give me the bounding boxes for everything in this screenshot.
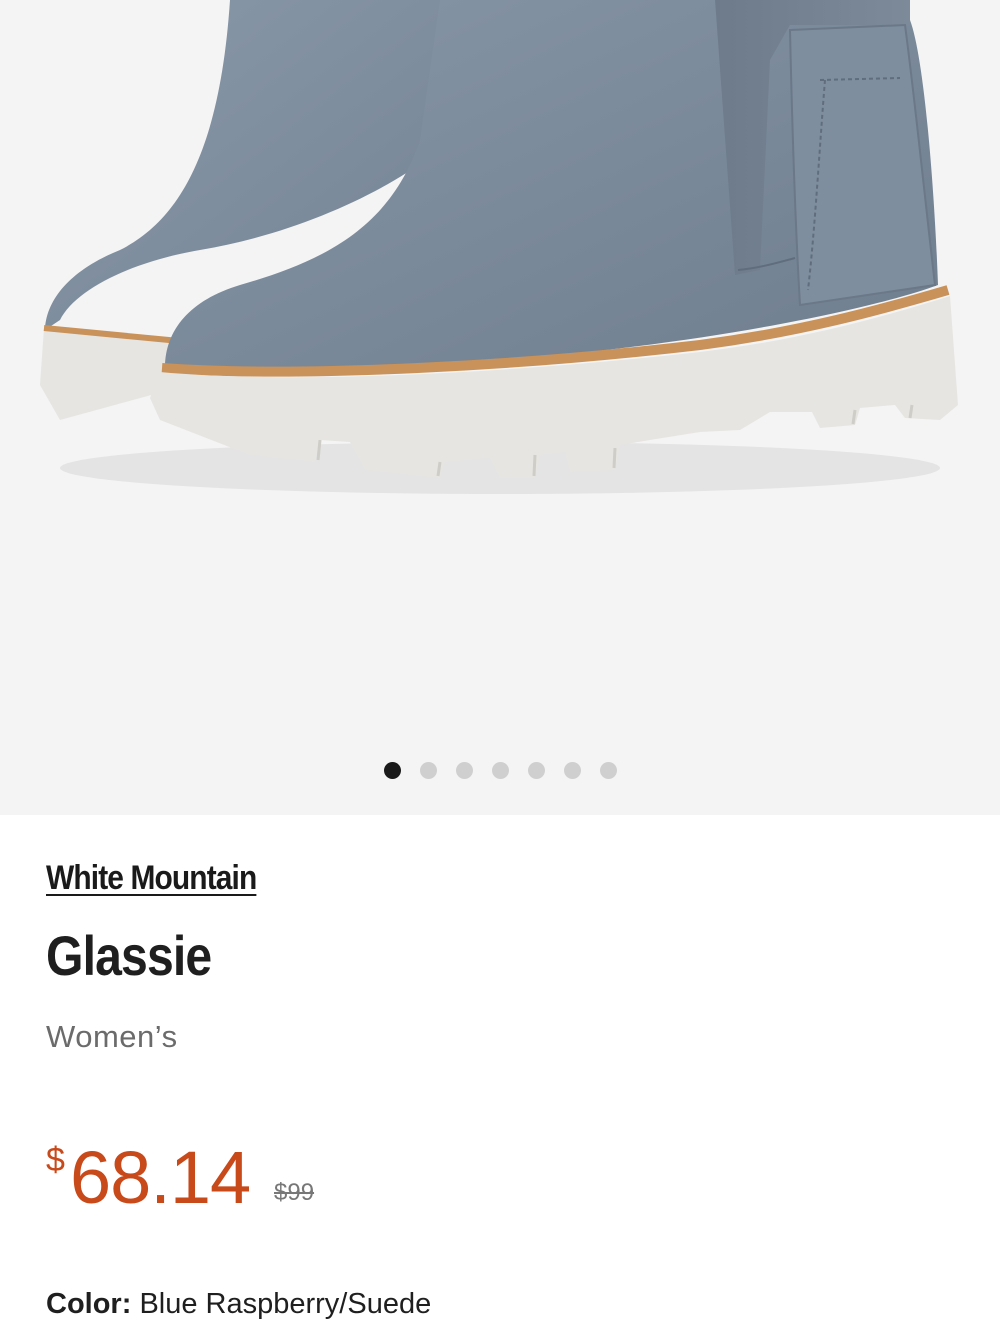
gallery-dot-4[interactable] [491, 761, 509, 779]
color-value: Blue Raspberry/Suede [139, 1288, 432, 1320]
product-image-gallery[interactable] [0, 0, 1000, 815]
sale-price: 68.14 [70, 1136, 251, 1219]
color-label: Color: [46, 1288, 140, 1320]
gallery-dot-5[interactable] [527, 761, 545, 779]
gallery-dot-2[interactable] [419, 761, 437, 779]
gallery-dot-3[interactable] [455, 761, 473, 779]
product-gender: Women’s [46, 1019, 178, 1054]
gallery-pagination [0, 760, 1000, 780]
gallery-dot-1[interactable] [383, 761, 401, 779]
product-image[interactable] [0, 0, 1000, 815]
currency-symbol: $ [46, 1141, 65, 1179]
gallery-dot-7[interactable] [599, 761, 617, 779]
gallery-dot-6[interactable] [563, 761, 581, 779]
color-info: Color: Blue Raspberry/Suede [46, 1288, 431, 1321]
brand-link[interactable]: White Mountain [46, 859, 257, 898]
original-price: $99 [274, 1179, 315, 1206]
product-page: White Mountain Glassie Women’s $ 68.14 $… [0, 0, 1000, 1333]
product-title: Glassie [46, 924, 212, 987]
